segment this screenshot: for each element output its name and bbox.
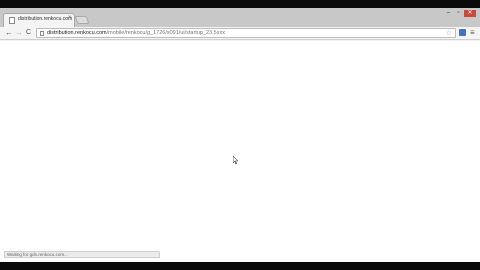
- bookmark-star-icon[interactable]: ☆: [446, 29, 452, 37]
- status-text: Waiting for gdn.renkocu.com...: [7, 252, 68, 257]
- menu-icon[interactable]: ≡: [470, 28, 475, 37]
- page-icon: [40, 31, 44, 36]
- close-window-icon[interactable]: ✕: [464, 10, 476, 17]
- url-path: /mobile/renkocu/g_1726/s091/ui/startup_2…: [106, 30, 225, 36]
- page-icon: [9, 17, 15, 24]
- toolbar: ← → C distribution.renkocu.com/mobile/re…: [0, 27, 480, 40]
- tab-strip: distribution.renkocu.com × – ▫ ✕: [0, 8, 480, 27]
- page-content: [0, 41, 480, 262]
- url-host: distribution.renkocu.com: [47, 30, 107, 36]
- url-text[interactable]: distribution.renkocu.com/mobile/renkocu/…: [47, 30, 225, 36]
- minimize-icon[interactable]: –: [444, 10, 453, 17]
- back-icon[interactable]: ←: [5, 28, 13, 38]
- maximize-icon[interactable]: ▫: [454, 10, 463, 17]
- address-bar[interactable]: distribution.renkocu.com/mobile/renkocu/…: [36, 28, 456, 38]
- forward-icon[interactable]: →: [15, 28, 23, 38]
- window-controls: – ▫ ✕: [444, 10, 476, 17]
- browser-window: distribution.renkocu.com × – ▫ ✕ ← → C d…: [0, 8, 480, 262]
- tab-active[interactable]: distribution.renkocu.com ×: [3, 13, 75, 27]
- tab-title: distribution.renkocu.com: [18, 16, 73, 22]
- reload-icon[interactable]: C: [26, 28, 31, 38]
- new-tab-button[interactable]: [74, 16, 90, 24]
- mouse-cursor-icon: [233, 156, 238, 164]
- extension-icon[interactable]: [459, 29, 466, 36]
- close-tab-icon[interactable]: ×: [68, 15, 72, 21]
- status-bubble: Waiting for gdn.renkocu.com...: [4, 251, 160, 258]
